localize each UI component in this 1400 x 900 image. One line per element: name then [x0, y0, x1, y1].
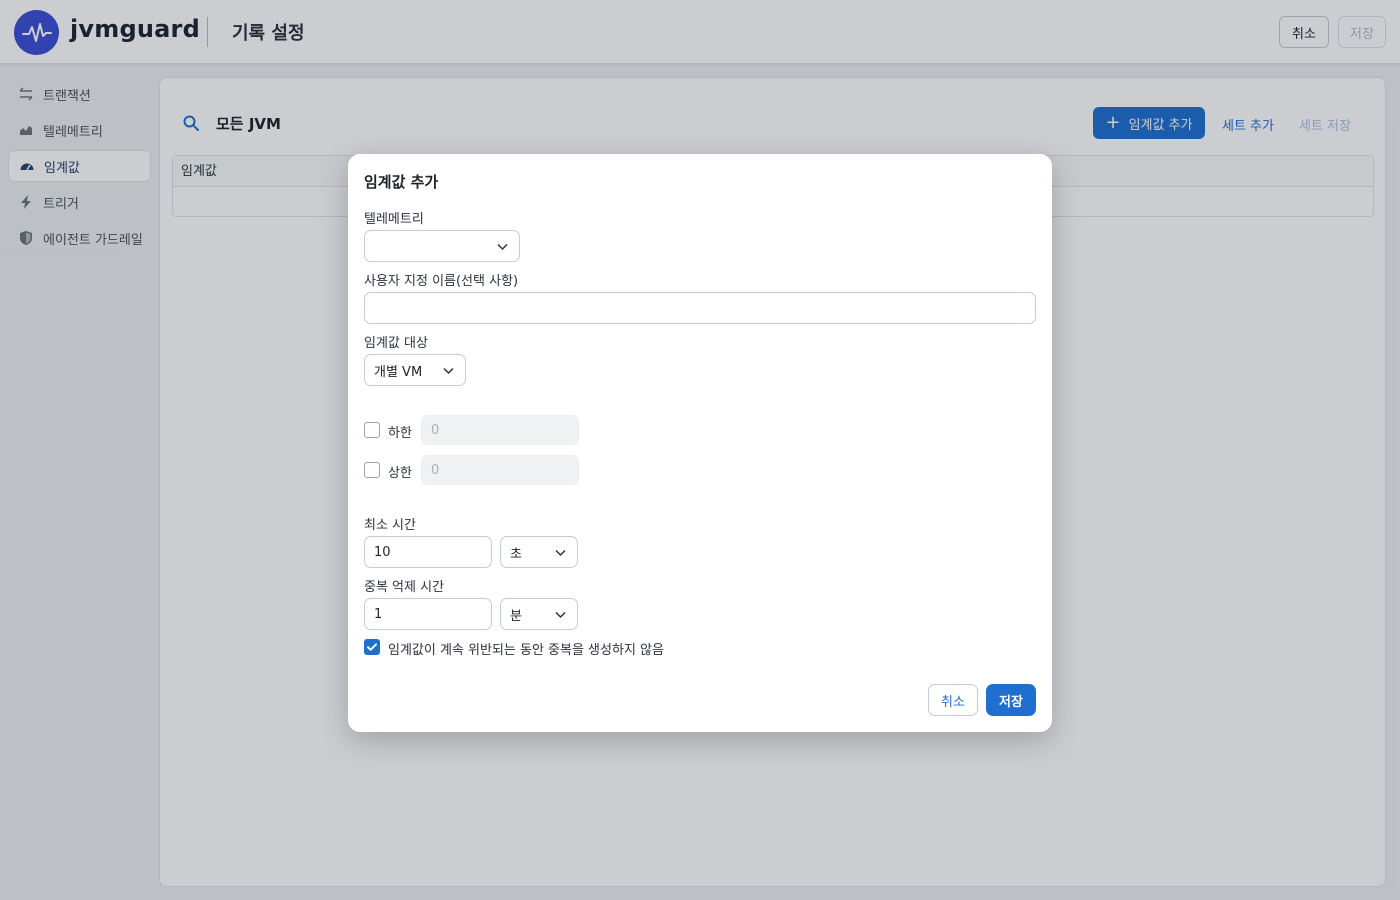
dedup-time-label: 중복 억제 시간: [364, 580, 445, 595]
upper-bound-checkbox[interactable]: [364, 462, 380, 478]
threshold-target-value: 개별 VM: [374, 364, 423, 380]
dialog-title: 임계값 추가: [364, 173, 439, 191]
no-duplicate-label: 임계값이 계속 위반되는 동안 중복을 생성하지 않음: [388, 643, 664, 658]
upper-bound-value: 0: [431, 462, 440, 478]
custom-name-input[interactable]: [364, 292, 1036, 324]
dedup-time-input[interactable]: 1: [364, 598, 492, 630]
threshold-target-label: 임계값 대상: [364, 336, 428, 351]
upper-bound-input[interactable]: 0: [421, 455, 579, 485]
lower-bound-input[interactable]: 0: [421, 415, 579, 445]
no-duplicate-checkbox[interactable]: [364, 639, 380, 655]
chevron-down-icon: [497, 243, 508, 251]
telemetry-label: 텔레메트리: [364, 212, 424, 227]
dedup-time-value: 1: [374, 606, 383, 622]
lower-bound-checkbox[interactable]: [364, 422, 380, 438]
dedup-time-unit-value: 분: [510, 608, 522, 624]
min-time-value: 10: [374, 544, 391, 560]
threshold-target-select[interactable]: 개별 VM: [364, 354, 466, 386]
dialog-cancel-button[interactable]: 취소: [928, 684, 978, 716]
chevron-down-icon: [555, 549, 566, 557]
lower-bound-value: 0: [431, 422, 440, 438]
upper-bound-label: 상한: [388, 466, 412, 481]
min-time-unit-select[interactable]: 초: [500, 536, 578, 568]
min-time-unit-value: 초: [510, 546, 522, 562]
min-time-label: 최소 시간: [364, 518, 416, 533]
telemetry-select[interactable]: [364, 230, 520, 262]
lower-bound-label: 하한: [388, 426, 412, 441]
dialog-save-button[interactable]: 저장: [986, 684, 1036, 716]
chevron-down-icon: [443, 367, 454, 375]
custom-name-label: 사용자 지정 이름(선택 사항): [364, 274, 519, 289]
dedup-time-unit-select[interactable]: 분: [500, 598, 578, 630]
min-time-input[interactable]: 10: [364, 536, 492, 568]
add-threshold-dialog: 임계값 추가 텔레메트리 사용자 지정 이름(선택 사항) 임계값 대상 개별 …: [348, 154, 1052, 732]
chevron-down-icon: [555, 611, 566, 619]
checkmark-icon: [367, 643, 377, 651]
